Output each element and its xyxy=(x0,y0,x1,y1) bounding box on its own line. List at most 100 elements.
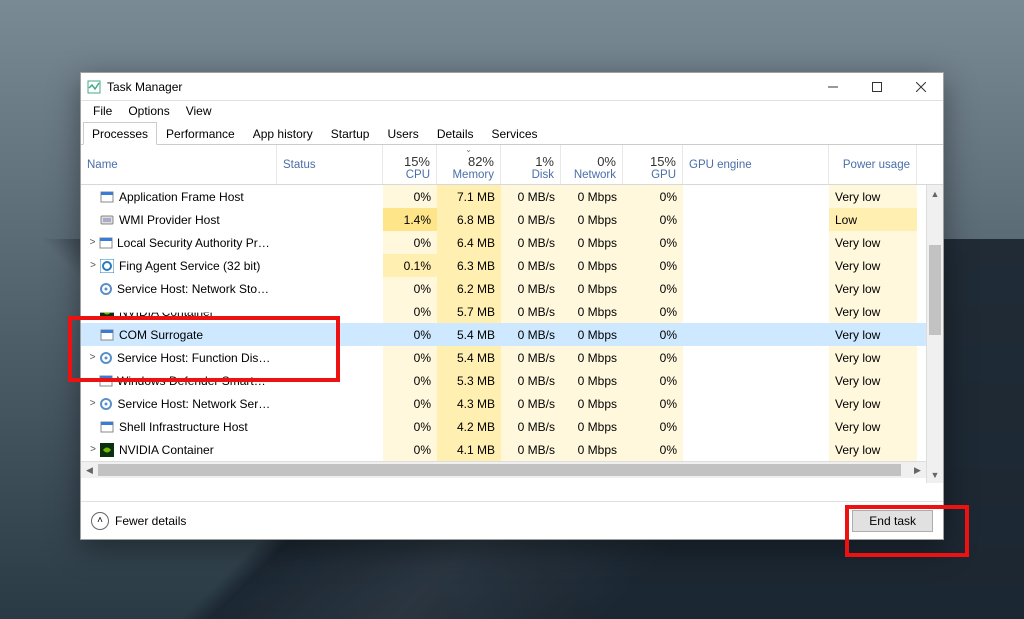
cpu-cell: 0% xyxy=(383,323,437,346)
scroll-down-icon[interactable]: ▼ xyxy=(927,466,943,483)
status-cell xyxy=(277,438,383,461)
process-icon xyxy=(98,373,113,389)
scroll-thumb-h[interactable] xyxy=(98,464,901,476)
memory-cell: 7.1 MB xyxy=(437,185,501,208)
process-icon xyxy=(98,281,113,297)
gpu-cell: 0% xyxy=(623,254,683,277)
network-cell: 0 Mbps xyxy=(561,185,623,208)
col-status[interactable]: Status xyxy=(277,145,383,184)
network-cell: 0 Mbps xyxy=(561,323,623,346)
titlebar[interactable]: Task Manager xyxy=(81,73,943,101)
col-gpu-engine[interactable]: GPU engine xyxy=(683,145,829,184)
table-row[interactable]: >Service Host: Function Discover...0%5.4… xyxy=(81,346,943,369)
cpu-cell: 0% xyxy=(383,277,437,300)
process-name: Service Host: Network Service xyxy=(118,397,271,411)
expand-icon[interactable]: > xyxy=(87,260,99,271)
table-row[interactable]: Shell Infrastructure Host0%4.2 MB0 MB/s0… xyxy=(81,415,943,438)
gpu-engine-cell xyxy=(683,323,829,346)
horizontal-scrollbar[interactable]: ◀ ▶ xyxy=(81,461,926,478)
col-disk[interactable]: 1%Disk xyxy=(501,145,561,184)
gpu-cell: 0% xyxy=(623,231,683,254)
process-icon xyxy=(98,350,113,366)
network-cell: 0 Mbps xyxy=(561,208,623,231)
network-cell: 0 Mbps xyxy=(561,231,623,254)
gpu-engine-cell xyxy=(683,346,829,369)
table-row[interactable]: Windows Defender SmartScreen0%5.3 MB0 MB… xyxy=(81,369,943,392)
tab-processes[interactable]: Processes xyxy=(83,122,157,145)
process-name-cell: COM Surrogate xyxy=(81,323,277,346)
network-cell: 0 Mbps xyxy=(561,300,623,323)
tab-startup[interactable]: Startup xyxy=(322,122,379,145)
minimize-button[interactable] xyxy=(811,73,855,101)
disk-cell: 0 MB/s xyxy=(501,300,561,323)
status-cell xyxy=(277,369,383,392)
tab-users[interactable]: Users xyxy=(378,122,427,145)
process-name-cell: >Fing Agent Service (32 bit) xyxy=(81,254,277,277)
chevron-up-icon: ˄ xyxy=(91,512,109,530)
menu-file[interactable]: File xyxy=(85,102,120,120)
process-name: Service Host: Function Discover... xyxy=(117,351,271,365)
memory-cell: 6.8 MB xyxy=(437,208,501,231)
tab-performance[interactable]: Performance xyxy=(157,122,244,145)
disk-cell: 0 MB/s xyxy=(501,369,561,392)
col-gpu[interactable]: 15%GPU xyxy=(623,145,683,184)
col-power[interactable]: Power usage xyxy=(829,145,917,184)
network-cell: 0 Mbps xyxy=(561,392,623,415)
scroll-up-icon[interactable]: ▲ xyxy=(927,185,943,202)
scroll-thumb-v[interactable] xyxy=(929,245,941,335)
disk-cell: 0 MB/s xyxy=(501,323,561,346)
disk-cell: 0 MB/s xyxy=(501,415,561,438)
col-name[interactable]: Name xyxy=(81,145,277,184)
expand-icon[interactable]: > xyxy=(87,352,98,363)
tab-app-history[interactable]: App history xyxy=(244,122,322,145)
status-cell xyxy=(277,254,383,277)
close-button[interactable] xyxy=(899,73,943,101)
process-name: Shell Infrastructure Host xyxy=(119,420,248,434)
tab-details[interactable]: Details xyxy=(428,122,483,145)
table-row[interactable]: NVIDIA Container0%5.7 MB0 MB/s0 Mbps0%Ve… xyxy=(81,300,943,323)
end-task-button[interactable]: End task xyxy=(852,510,933,532)
process-name-cell: > Service Host: Network Service xyxy=(81,392,277,415)
process-name: WMI Provider Host xyxy=(119,213,220,227)
vertical-scrollbar[interactable]: ▲ ▼ xyxy=(926,185,943,483)
status-cell xyxy=(277,323,383,346)
table-row[interactable]: COM Surrogate0%5.4 MB0 MB/s0 Mbps0%Very … xyxy=(81,323,943,346)
gpu-engine-cell xyxy=(683,438,829,461)
col-network[interactable]: 0%Network xyxy=(561,145,623,184)
gpu-cell: 0% xyxy=(623,277,683,300)
memory-cell: 5.4 MB xyxy=(437,323,501,346)
status-cell xyxy=(277,277,383,300)
col-memory[interactable]: ⌄82%Memory xyxy=(437,145,501,184)
process-name-cell: > Service Host: Function Discover... xyxy=(81,346,277,369)
gpu-cell: 0% xyxy=(623,323,683,346)
process-name-cell: >NVIDIA Container xyxy=(81,438,277,461)
table-row[interactable]: WMI Provider Host1.4%6.8 MB0 MB/s0 Mbps0… xyxy=(81,208,943,231)
expand-icon[interactable]: > xyxy=(87,237,98,248)
process-name-cell: WMI Provider Host xyxy=(81,208,277,231)
tab-services[interactable]: Services xyxy=(483,122,547,145)
gpu-cell: 0% xyxy=(623,415,683,438)
fewer-details-toggle[interactable]: ˄ Fewer details xyxy=(91,512,186,530)
gpu-engine-cell xyxy=(683,208,829,231)
status-cell xyxy=(277,185,383,208)
process-name: Service Host: Network Store Inte... xyxy=(117,282,271,296)
disk-cell: 0 MB/s xyxy=(501,392,561,415)
table-row[interactable]: Application Frame Host0%7.1 MB0 MB/s0 Mb… xyxy=(81,185,943,208)
table-row[interactable]: >Local Security Authority Process...0%6.… xyxy=(81,231,943,254)
table-row[interactable]: >NVIDIA Container0%4.1 MB0 MB/s0 Mbps0%V… xyxy=(81,438,943,461)
table-row[interactable]: >Service Host: Network Service0%4.3 MB0 … xyxy=(81,392,943,415)
scroll-right-icon[interactable]: ▶ xyxy=(909,465,926,476)
maximize-button[interactable] xyxy=(855,73,899,101)
process-icon xyxy=(99,212,115,228)
expand-icon[interactable]: > xyxy=(87,444,99,455)
table-row[interactable]: >Fing Agent Service (32 bit)0.1%6.3 MB0 … xyxy=(81,254,943,277)
gpu-engine-cell xyxy=(683,392,829,415)
disk-cell: 0 MB/s xyxy=(501,208,561,231)
table-row[interactable]: Service Host: Network Store Inte...0%6.2… xyxy=(81,277,943,300)
menu-options[interactable]: Options xyxy=(120,102,177,120)
col-cpu[interactable]: 15%CPU xyxy=(383,145,437,184)
expand-icon[interactable]: > xyxy=(87,398,98,409)
power-cell: Very low xyxy=(829,392,917,415)
menu-view[interactable]: View xyxy=(178,102,220,120)
scroll-left-icon[interactable]: ◀ xyxy=(81,465,98,476)
